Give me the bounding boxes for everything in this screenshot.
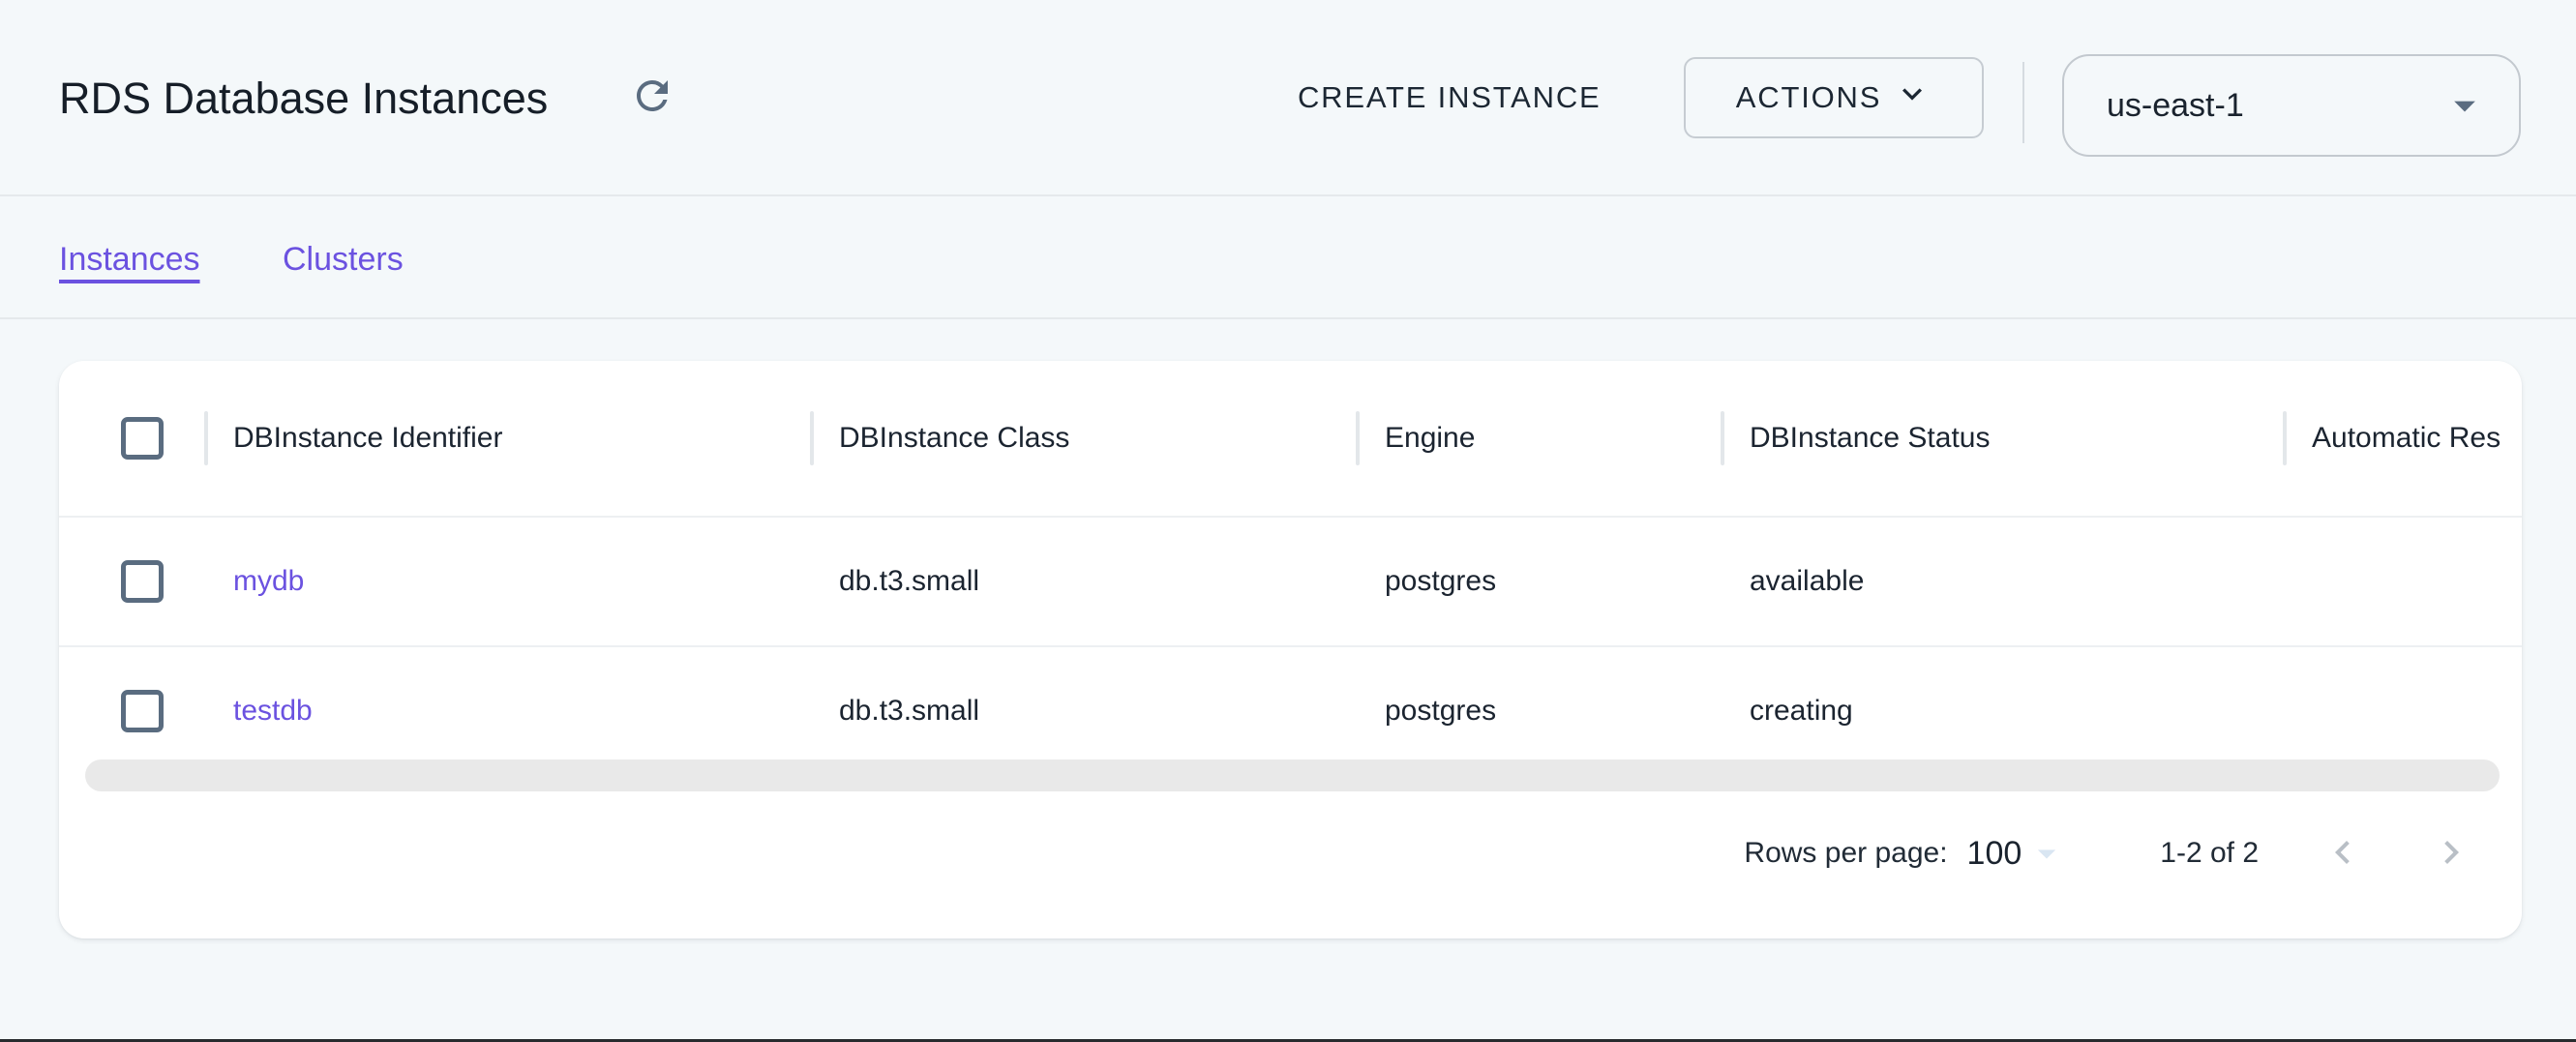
instance-link-testdb[interactable]: testdb	[233, 695, 313, 728]
region-selector-value: us-east-1	[2064, 87, 2244, 125]
cell-class: db.t3.small	[810, 518, 1356, 645]
top-header: RDS Database Instances CREATE INSTANCE A…	[0, 0, 2576, 196]
create-instance-button[interactable]: CREATE INSTANCE	[1298, 57, 1602, 138]
table-row: mydb db.t3.small postgres available	[59, 516, 2522, 645]
instance-link-mydb[interactable]: mydb	[233, 565, 304, 598]
cell-engine: postgres	[1356, 647, 1721, 775]
cell-automatic	[2283, 647, 2522, 775]
column-header-identifier: DBInstance Identifier	[204, 361, 810, 516]
cell-status: creating	[1721, 647, 2283, 775]
actions-dropdown-button[interactable]: ACTIONS	[1684, 57, 1984, 138]
caret-down-icon	[2022, 832, 2068, 875]
header-vertical-divider	[2022, 62, 2024, 143]
previous-page-button[interactable]	[2319, 829, 2367, 878]
rows-per-page-value: 100	[1967, 835, 2022, 873]
pagination-range-label: 1-2 of 2	[2160, 837, 2259, 870]
column-header-class: DBInstance Class	[810, 361, 1356, 516]
cell-engine: postgres	[1356, 518, 1721, 645]
table-row: testdb db.t3.small postgres creating	[59, 645, 2522, 775]
row-checkbox-mydb[interactable]	[121, 560, 164, 603]
page-title: RDS Database Instances	[59, 74, 548, 124]
table-header-row: DBInstance Identifier DBInstance Class E…	[59, 361, 2522, 516]
cell-status: available	[1721, 518, 2283, 645]
row-checkbox-testdb[interactable]	[121, 690, 164, 732]
rows-per-page-label: Rows per page:	[1744, 837, 1947, 870]
row-checkbox-cell	[59, 518, 204, 645]
next-page-button[interactable]	[2427, 829, 2475, 878]
instances-table-card: DBInstance Identifier DBInstance Class E…	[59, 361, 2522, 938]
column-header-status: DBInstance Status	[1721, 361, 2283, 516]
cell-class: db.t3.small	[810, 647, 1356, 775]
refresh-icon	[629, 107, 675, 122]
tab-clusters[interactable]: Clusters	[283, 241, 404, 279]
actions-button-label: ACTIONS	[1736, 80, 1881, 115]
rows-per-page-select[interactable]: 100	[1967, 832, 2069, 875]
horizontal-scrollbar[interactable]	[85, 759, 2500, 791]
rds-console-screen: RDS Database Instances CREATE INSTANCE A…	[0, 0, 2576, 1042]
header-checkbox-cell	[59, 361, 204, 516]
chevron-down-icon	[1893, 74, 1932, 121]
cell-automatic	[2283, 518, 2522, 645]
chevron-right-icon	[2428, 829, 2474, 878]
column-header-engine: Engine	[1356, 361, 1721, 516]
refresh-button[interactable]	[627, 72, 677, 122]
column-header-automatic: Automatic Res	[2283, 361, 2522, 516]
tab-instances[interactable]: Instances	[59, 241, 200, 279]
pagination-bar: Rows per page: 100 1-2 of 2	[59, 817, 2522, 890]
select-all-checkbox[interactable]	[121, 417, 164, 460]
tabs-bar: Instances Clusters	[0, 198, 2576, 319]
chevron-left-icon	[2320, 829, 2366, 878]
region-selector[interactable]: us-east-1	[2062, 54, 2521, 157]
row-checkbox-cell	[59, 647, 204, 775]
